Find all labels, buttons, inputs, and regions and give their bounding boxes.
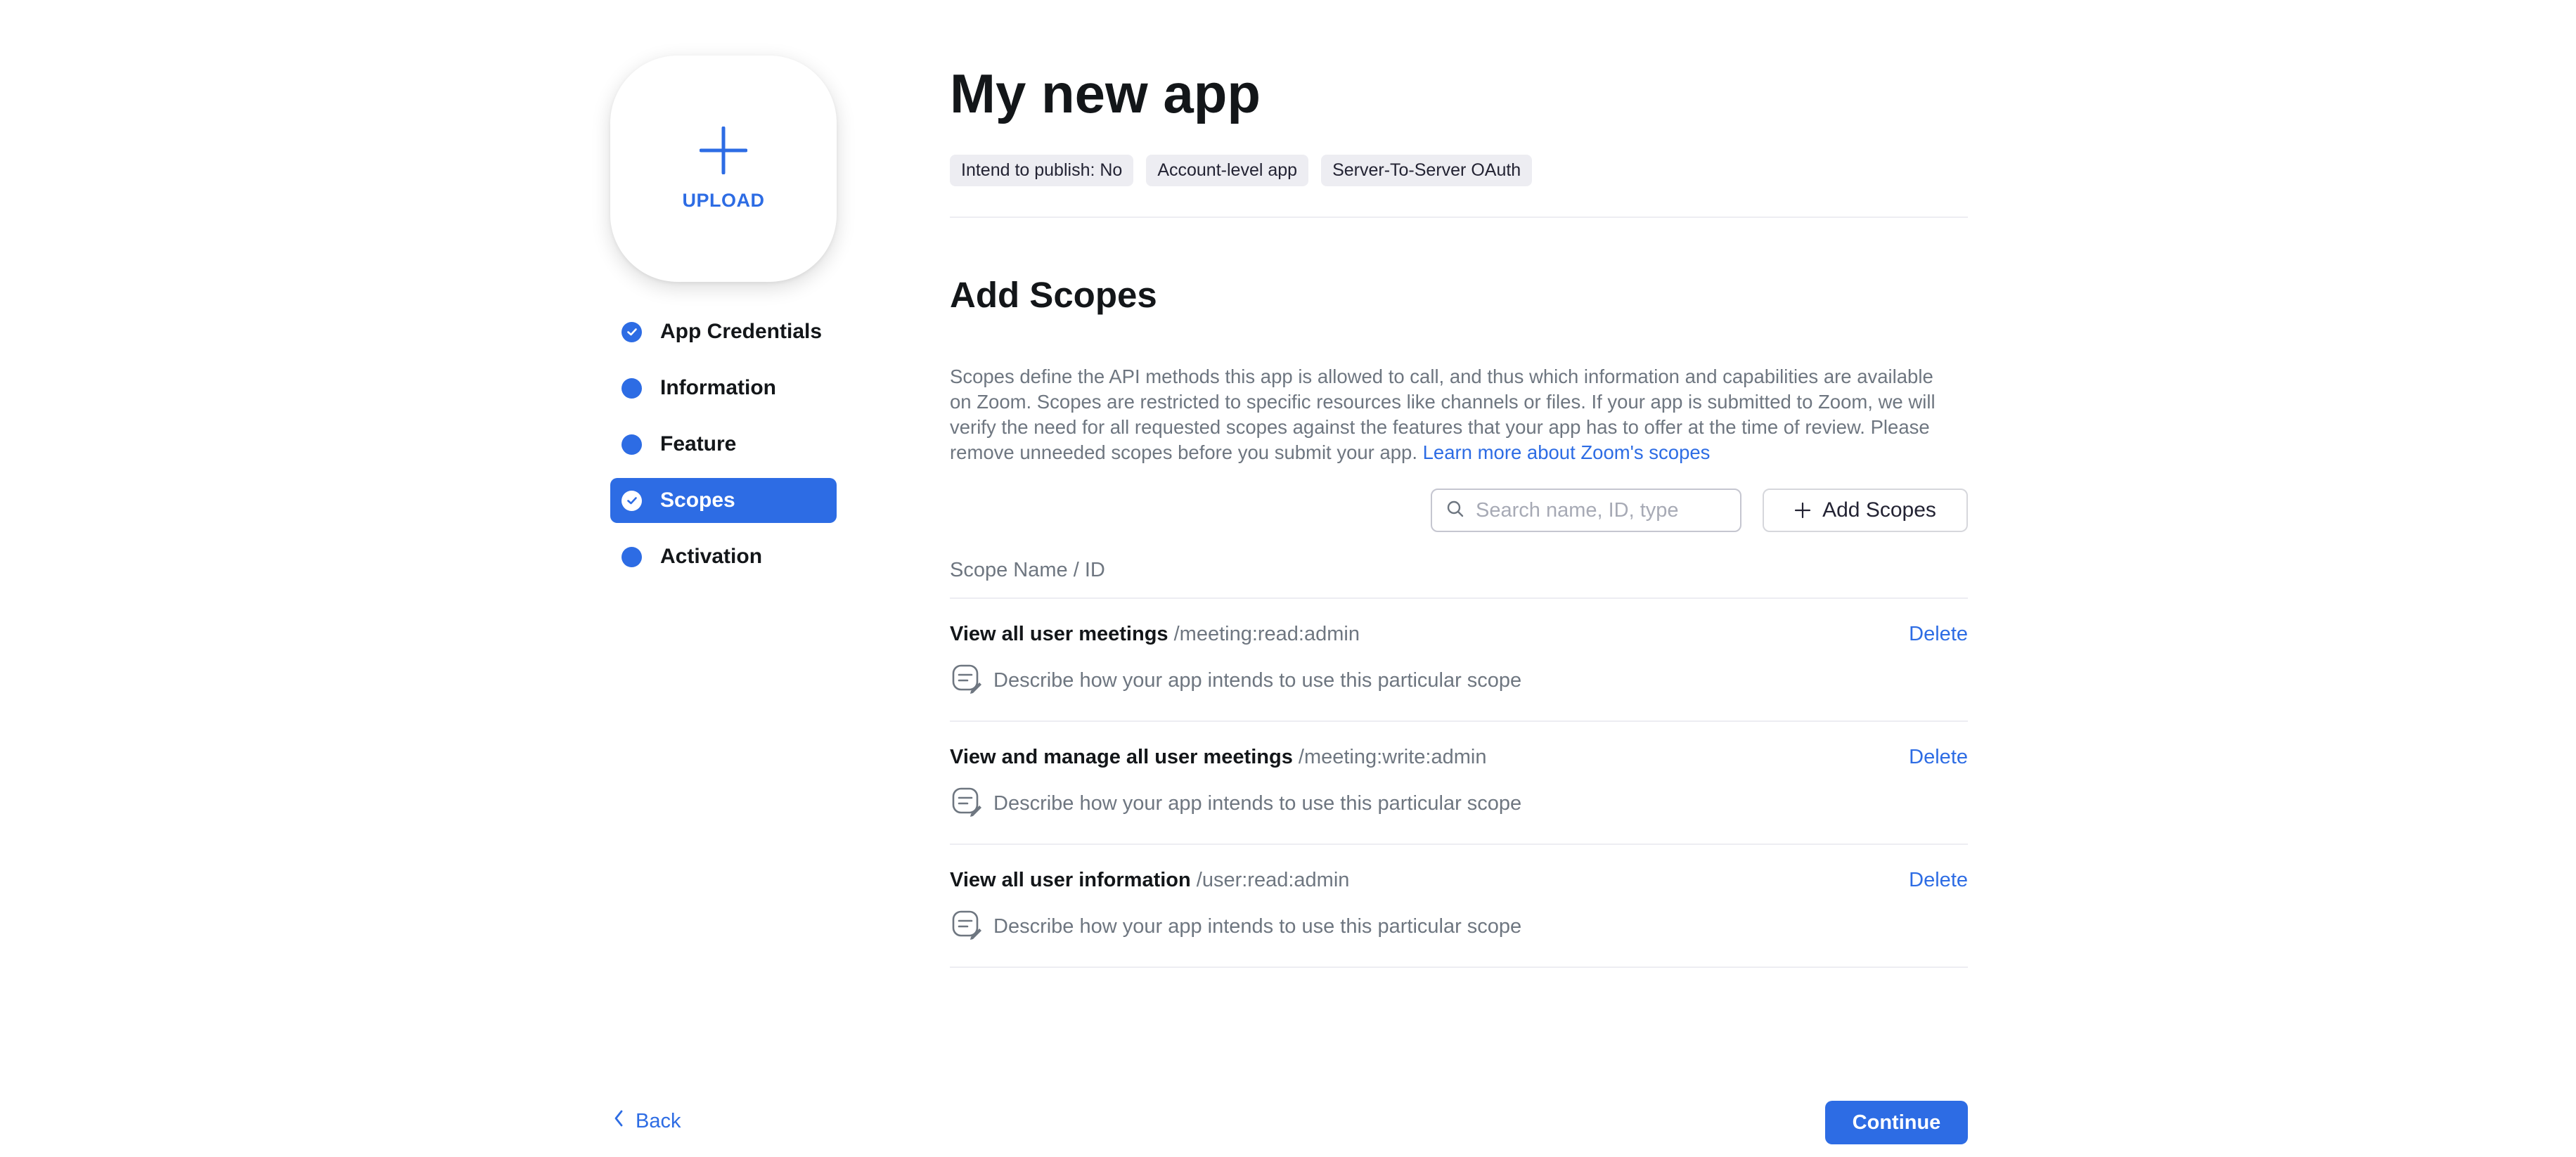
sidebar-item-label: Information [660,376,776,399]
search-icon [1446,500,1464,522]
check-circle-icon [622,490,642,511]
column-header: Scope Name / ID [950,559,1105,581]
tag-account-level: Account-level app [1146,155,1309,186]
add-scopes-button[interactable]: Add Scopes [1763,489,1968,532]
section-description: Scopes define the API methods this app i… [950,364,1948,465]
chevron-left-icon [613,1109,636,1133]
sidebar-item-label: Feature [660,432,737,455]
sidebar-item-information[interactable]: Information [610,366,837,411]
scope-name: View all user information /user:read:adm… [950,869,1349,892]
note-edit-icon [950,785,984,822]
scope-title: View and manage all user meetings [950,746,1293,768]
search-input[interactable] [1474,498,1730,523]
app-tags: Intend to publish: No Account-level app … [950,155,1533,186]
scope-description-placeholder: Describe how your app intends to use thi… [993,792,1522,815]
scope-description-field[interactable]: Describe how your app intends to use thi… [950,908,1521,945]
scope-id: /user:read:admin [1196,869,1350,891]
note-edit-icon [950,662,984,699]
table-row: View all user information /user:read:adm… [950,845,1968,968]
delete-scope-button[interactable]: Delete [1909,746,1968,769]
add-scopes-label: Add Scopes [1822,498,1936,522]
delete-scope-button[interactable]: Delete [1909,869,1968,892]
delete-scope-button[interactable]: Delete [1909,623,1968,646]
sidebar-item-activation[interactable]: Activation [610,534,837,579]
scope-description-placeholder: Describe how your app intends to use thi… [993,915,1522,938]
dot-icon [622,434,642,455]
sidebar-item-scopes[interactable]: Scopes [610,478,837,523]
learn-more-link[interactable]: Learn more about Zoom's scopes [1423,441,1711,463]
dot-icon [622,377,642,399]
upload-label: UPLOAD [682,189,765,211]
continue-button[interactable]: Continue [1825,1101,1968,1144]
sidebar-item-label: Activation [660,545,763,568]
scope-title: View all user information [950,869,1191,891]
back-button[interactable]: Back [613,1109,681,1133]
scope-title: View all user meetings [950,623,1168,645]
sidebar-item-label: App Credentials [660,320,823,343]
scope-name: View and manage all user meetings /meeti… [950,746,1486,769]
search-box[interactable] [1431,489,1741,532]
upload-logo-button[interactable]: UPLOAD [610,56,837,282]
scope-description-placeholder: Describe how your app intends to use thi… [993,669,1522,692]
plus-icon [1794,502,1811,519]
tag-oauth-type: Server-To-Server OAuth [1321,155,1533,186]
tag-publish: Intend to publish: No [950,155,1134,186]
sidebar-item-label: Scopes [660,489,735,512]
table-row: View and manage all user meetings /meeti… [950,722,1968,845]
sidebar-item-app-credentials[interactable]: App Credentials [610,309,837,354]
scope-list: View all user meetings /meeting:read:adm… [950,599,1968,968]
check-circle-icon [622,321,642,342]
scope-description-field[interactable]: Describe how your app intends to use thi… [950,662,1521,699]
back-label: Back [636,1109,681,1132]
divider [950,216,1968,218]
sidebar-item-feature[interactable]: Feature [610,422,837,467]
sidebar-nav: App Credentials Information Feature Scop… [610,309,837,590]
table-row: View all user meetings /meeting:read:adm… [950,599,1968,722]
section-title: Add Scopes [950,275,1157,315]
plus-icon [700,126,747,174]
scope-id: /meeting:write:admin [1298,746,1487,768]
dot-icon [622,546,642,567]
note-edit-icon [950,908,984,945]
scope-name: View all user meetings /meeting:read:adm… [950,623,1360,646]
scope-id: /meeting:read:admin [1173,623,1360,645]
scope-description-field[interactable]: Describe how your app intends to use thi… [950,785,1521,822]
page-title: My new app [950,63,1261,124]
